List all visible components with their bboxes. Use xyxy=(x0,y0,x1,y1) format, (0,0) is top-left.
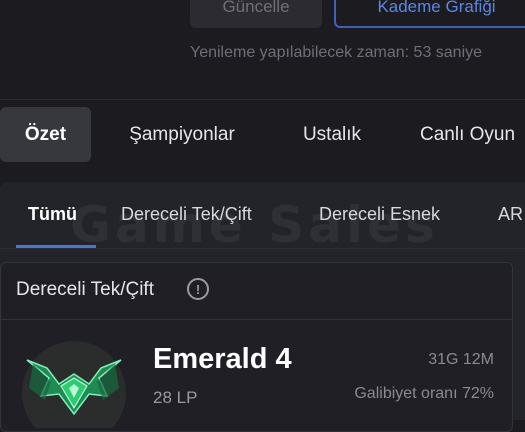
header-area: Güncelle Kademe Grafiği Yenileme yapılab… xyxy=(0,0,525,100)
tier-graph-button[interactable]: Kademe Grafiği xyxy=(334,0,525,28)
ranked-solo-panel: Dereceli Tek/Çift ! Emerald 4 28 LP 31G … xyxy=(0,262,513,432)
queue-tab-solo-duo[interactable]: Dereceli Tek/Çift xyxy=(121,182,252,246)
main-tab-bar: Özet Şampiyonlar Ustalık Canlı Oyun xyxy=(0,100,525,170)
rank-tier: Emerald 4 xyxy=(153,343,292,375)
emerald-emblem-icon xyxy=(22,341,126,428)
win-loss-record: 31G 12M xyxy=(428,351,494,368)
ranked-panel-title: Dereceli Tek/Çift xyxy=(16,279,154,300)
tab-mastery[interactable]: Ustalık xyxy=(286,107,378,162)
queue-tab-all[interactable]: Tümü xyxy=(28,182,77,246)
queue-tab-flex[interactable]: Dereceli Esnek xyxy=(319,182,440,246)
info-icon[interactable]: ! xyxy=(187,278,209,300)
league-points: 28 LP xyxy=(153,388,198,407)
queue-divider xyxy=(0,248,525,249)
ranked-panel-header: Dereceli Tek/Çift ! xyxy=(1,263,512,320)
tab-summary[interactable]: Özet xyxy=(0,107,91,162)
tab-champions[interactable]: Şampiyonlar xyxy=(112,107,252,162)
queue-tab-bar: Tümü Dereceli Tek/Çift Dereceli Esnek AR xyxy=(0,182,525,248)
update-button[interactable]: Güncelle xyxy=(190,0,322,28)
refresh-timer-text: Yenileme yapılabilecek zaman: 53 saniye xyxy=(190,44,483,61)
win-rate: Galibiyet oranı 72% xyxy=(354,385,494,402)
queue-tab-aram[interactable]: AR xyxy=(498,182,523,246)
stats-card: Game Sales Tümü Dereceli Tek/Çift Derece… xyxy=(0,182,525,432)
tab-live-game[interactable]: Canlı Oyun xyxy=(420,107,525,162)
